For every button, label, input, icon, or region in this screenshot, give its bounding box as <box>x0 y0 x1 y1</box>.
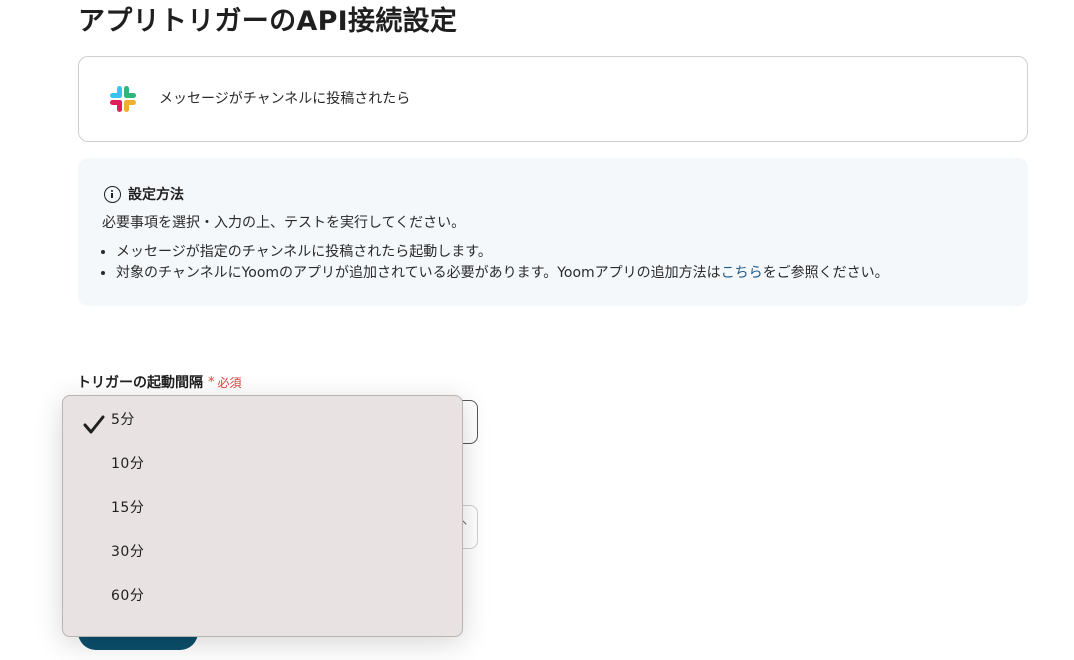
dropdown-option-15min[interactable]: 15分 <box>63 486 462 530</box>
dropdown-option-60min[interactable]: 60分 <box>63 574 462 618</box>
required-text: 必須 <box>217 375 242 390</box>
dropdown-option-label: 5分 <box>111 412 135 428</box>
dropdown-option-label: 60分 <box>111 588 145 604</box>
dropdown-option-label: 30分 <box>111 544 145 560</box>
info-list: メッセージが指定のチャンネルに投稿されたら起動します。 対象のチャンネルにYoo… <box>116 242 889 284</box>
dropdown-option-30min[interactable]: 30分 <box>63 530 462 574</box>
dropdown-option-10min[interactable]: 10分 <box>63 442 462 486</box>
dropdown-option-label: 15分 <box>111 500 145 516</box>
interval-dropdown-menu: 5分 10分 15分 30分 60分 <box>62 395 463 637</box>
info-description: 必要事項を選択・入力の上、テストを実行してください。 <box>102 215 466 231</box>
help-link[interactable]: こちら <box>721 265 763 281</box>
trigger-card[interactable]: メッセージがチャンネルに投稿されたら <box>78 56 1028 142</box>
info-bullet: 対象のチャンネルにYoomのアプリが追加されている必要があります。Yoomアプリ… <box>116 263 889 284</box>
trigger-label: メッセージがチャンネルに投稿されたら <box>159 91 411 107</box>
info-header: 設定方法 <box>104 184 184 204</box>
field-label-text: トリガーの起動間隔 <box>77 375 203 391</box>
slack-icon <box>110 86 136 112</box>
info-bullet-text: をご参照ください。 <box>762 265 889 281</box>
page: アプリトリガーのAPI接続設定 メッセージがチャンネルに投稿されたら 設定方法 … <box>0 0 1074 660</box>
info-bullet: メッセージが指定のチャンネルに投稿されたら起動します。 <box>116 242 889 263</box>
page-title: アプリトリガーのAPI接続設定 <box>78 6 458 37</box>
info-title: 設定方法 <box>128 187 184 203</box>
required-asterisk: * <box>208 374 215 390</box>
info-box: 設定方法 必要事項を選択・入力の上、テストを実行してください。 メッセージが指定… <box>78 158 1028 306</box>
info-icon <box>104 185 121 203</box>
info-bullet-text: 対象のチャンネルにYoomのアプリが追加されている必要があります。Yoomアプリ… <box>116 265 721 281</box>
interval-field-label: トリガーの起動間隔 * 必須 <box>77 372 242 392</box>
dropdown-option-5min[interactable]: 5分 <box>63 398 462 442</box>
check-icon <box>83 415 105 434</box>
dropdown-option-label: 10分 <box>111 456 145 472</box>
